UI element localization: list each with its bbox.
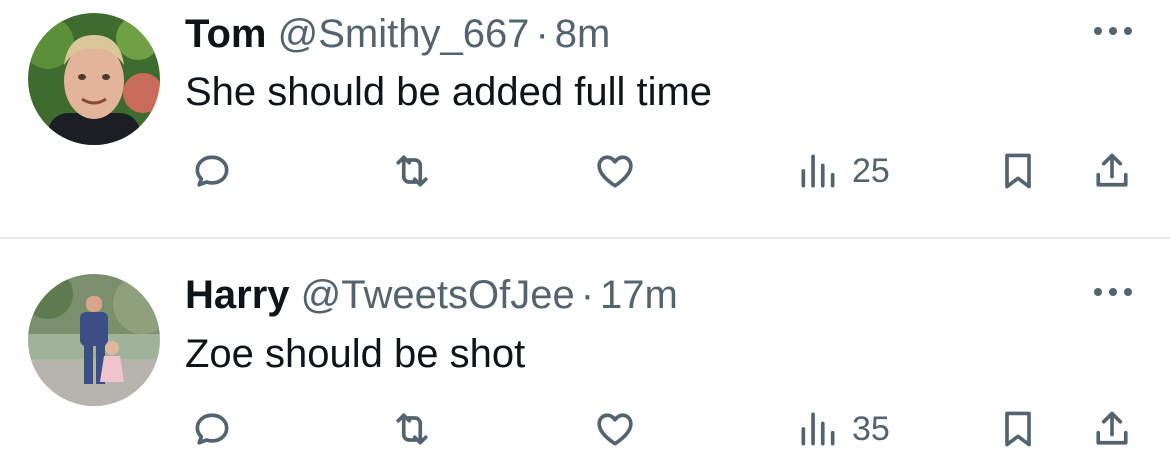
heart-icon (597, 155, 633, 188)
bookmark-button[interactable] (996, 404, 1040, 454)
timestamp[interactable]: 8m (555, 12, 611, 56)
more-icon[interactable] (1094, 283, 1140, 303)
views-count: 35 (852, 409, 890, 448)
display-name[interactable]: Harry (185, 273, 290, 317)
views-button[interactable]: 35 (796, 404, 890, 454)
retweet-button[interactable] (390, 404, 434, 454)
bookmark-icon (1005, 411, 1031, 447)
more-icon[interactable] (1094, 22, 1140, 42)
tweet-header: Harry @TweetsOfJee · 17m (185, 271, 678, 319)
user-handle[interactable]: @Smithy_667 (278, 12, 530, 56)
views-icon (801, 154, 835, 188)
reply-icon (195, 155, 229, 187)
share-icon (1096, 153, 1128, 187)
avatar[interactable] (28, 13, 160, 145)
tweet[interactable]: Tom @Smithy_667 · 8m She should be added f… (0, 0, 1170, 238)
tweet-text: She should be added full time (185, 70, 713, 114)
views-count: 25 (852, 151, 890, 190)
avatar[interactable] (28, 274, 160, 406)
like-button[interactable] (593, 146, 637, 196)
timestamp[interactable]: 17m (600, 273, 678, 317)
reply-button[interactable] (190, 146, 234, 196)
share-button[interactable] (1090, 146, 1134, 196)
share-icon (1096, 411, 1128, 445)
heart-icon (597, 413, 633, 446)
tweet-text: Zoe should be shot (185, 332, 526, 376)
bookmark-icon (1005, 153, 1031, 189)
views-button[interactable]: 25 (796, 146, 890, 196)
retweet-icon (396, 155, 428, 187)
separator: · (535, 12, 549, 56)
bookmark-button[interactable] (996, 146, 1040, 196)
like-button[interactable] (593, 404, 637, 454)
retweet-button[interactable] (390, 146, 434, 196)
action-bar: 35 (0, 404, 1170, 454)
display-name[interactable]: Tom (185, 12, 266, 56)
retweet-icon (396, 413, 428, 445)
action-bar: 25 (0, 146, 1170, 196)
reply-button[interactable] (190, 404, 234, 454)
tweet[interactable]: Harry @TweetsOfJee · 17m Zoe should be sho… (0, 239, 1170, 448)
separator: · (580, 273, 595, 317)
tweet-header: Tom @Smithy_667 · 8m (185, 10, 610, 58)
user-handle[interactable]: @TweetsOfJee (301, 273, 575, 317)
share-button[interactable] (1090, 404, 1134, 454)
reply-icon (195, 413, 229, 445)
views-icon (801, 412, 835, 446)
